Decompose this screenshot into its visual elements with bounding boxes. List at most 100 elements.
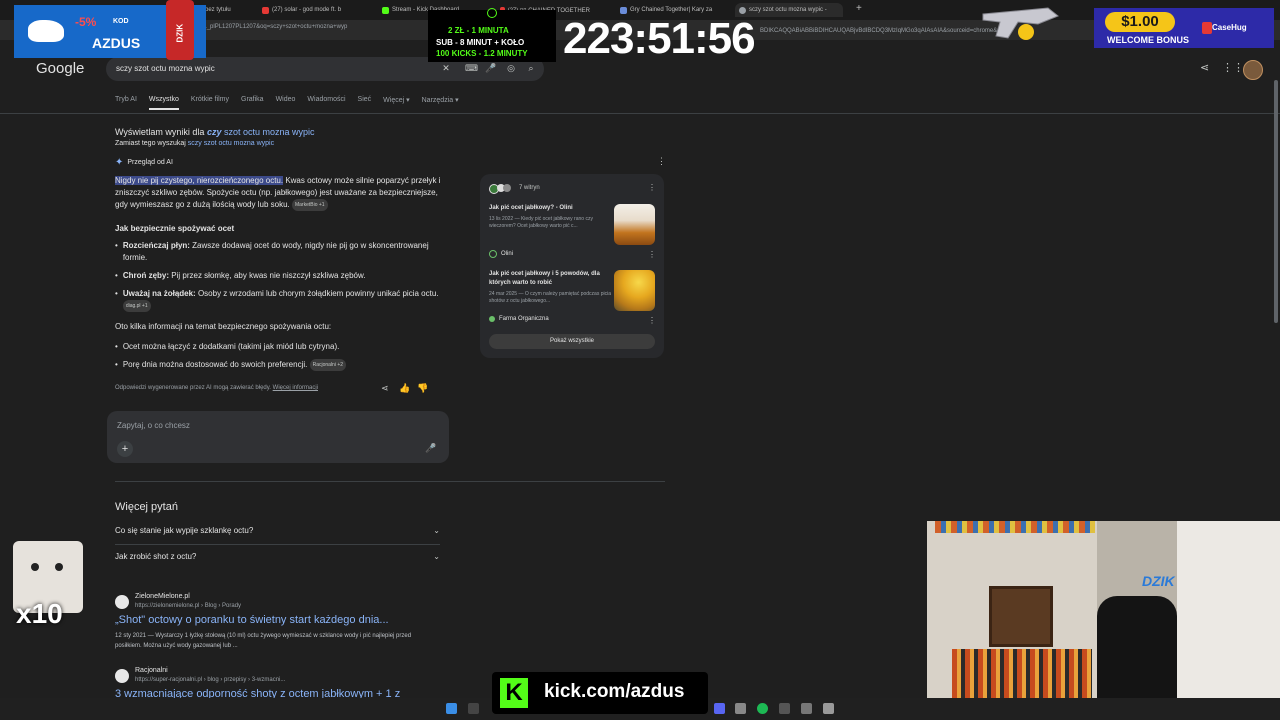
thumbs-up-icon[interactable]: 👍: [399, 383, 410, 394]
source-site[interactable]: Farma Organiczna: [489, 316, 549, 322]
google-icon: [739, 6, 746, 14]
ai-info-heading: Oto kilka informacji na temat bezpieczne…: [115, 322, 332, 331]
app-icon[interactable]: [801, 703, 812, 714]
source-site-name: Farma Organiczna: [499, 316, 549, 322]
window: [1177, 521, 1280, 720]
sources-count[interactable]: 7 witryn: [519, 185, 540, 191]
discord-icon[interactable]: [714, 703, 725, 714]
casehug-logo-icon: [1202, 22, 1212, 34]
original-query-link[interactable]: sczy szot octu mozna wypic: [188, 140, 274, 147]
bullet-dot: •: [115, 241, 118, 250]
source-chip[interactable]: diag.pl +1: [122, 300, 151, 312]
windows-start-icon[interactable]: [446, 703, 457, 714]
result-url[interactable]: https://super-racjonalni.pl › blog › prz…: [135, 677, 285, 683]
search-nav-tabs: Tryb AI Wszystko Krótkie filmy Grafika W…: [115, 96, 459, 110]
boar-logo-icon: [28, 20, 64, 42]
tab-label: (27) solar - god mode ft. b: [272, 7, 342, 13]
lens-icon[interactable]: ◎: [505, 62, 517, 74]
corrected-query[interactable]: szot octu mozna wypic: [221, 127, 315, 137]
source-title[interactable]: Jak pić ocet jabłkowy i 5 powodów, dla k…: [489, 270, 611, 288]
google-logo[interactable]: Google: [36, 60, 84, 77]
browser-tab[interactable]: bez tytułu: [205, 3, 255, 17]
bullet-bold: Uważaj na żołądek:: [122, 289, 196, 298]
spell-prefix: Wyświetlam wyniki dla: [115, 127, 207, 137]
framed-picture: [989, 586, 1053, 647]
microphone-icon[interactable]: 🎤: [485, 62, 497, 74]
disclaimer-text: Odpowiedzi wygenerowane przez AI mogą za…: [115, 385, 271, 391]
source-item[interactable]: Jak pić ocet jabłkowy i 5 powodów, dla k…: [489, 270, 611, 305]
more-options-icon[interactable]: ⋮: [657, 156, 666, 167]
result-url[interactable]: https://zielonemielone.pl › Blog › Porad…: [135, 603, 241, 609]
thumbs-down-icon[interactable]: 👎: [417, 383, 428, 394]
keyboard-icon[interactable]: ⌨: [465, 62, 478, 74]
tab-news[interactable]: Wiadomości: [307, 96, 345, 110]
search-icon[interactable]: ⌕: [525, 62, 537, 74]
more-options-icon[interactable]: ⋮: [648, 250, 656, 259]
ask-input[interactable]: Zapytaj, o co chcesz: [117, 420, 190, 432]
tab-images[interactable]: Grafika: [241, 96, 264, 110]
more-info-link[interactable]: Więcej informacji: [273, 385, 318, 391]
avatar[interactable]: [1243, 60, 1263, 80]
add-icon[interactable]: +: [117, 441, 133, 457]
tab-tools[interactable]: Narzędzia ▾: [422, 96, 459, 110]
paa-question[interactable]: Jak zrobić shot z octu? ⌄: [115, 551, 440, 563]
tab-more[interactable]: Więcej ▾: [383, 96, 409, 110]
app-icon[interactable]: [823, 703, 834, 714]
show-all-button[interactable]: Pokaż wszystkie: [489, 334, 655, 349]
bonus-label: WELCOME BONUS: [1107, 35, 1189, 45]
section-divider: [115, 481, 665, 482]
source-title[interactable]: Jak pić ocet jabłkowy? - Olini: [489, 204, 609, 213]
result-title[interactable]: „Shot" octowy o poranku to świetny start…: [115, 614, 389, 626]
site-favicon-icon: [115, 595, 129, 609]
microphone-icon[interactable]: 🎤: [425, 443, 436, 454]
source-chip[interactable]: MarketBio +1: [291, 199, 328, 211]
share-icon[interactable]: ⋖: [1200, 61, 1209, 74]
tab-short-videos[interactable]: Krótkie filmy: [191, 96, 229, 110]
source-item[interactable]: Jak pić ocet jabłkowy? - Olini 13 lis 20…: [489, 204, 609, 230]
source-chip[interactable]: Racjonalni +2: [309, 359, 347, 371]
corrected-word[interactable]: czy: [207, 127, 222, 137]
bonus-amount: $1.00: [1105, 12, 1175, 32]
more-options-icon[interactable]: ⋮: [648, 316, 656, 325]
bullet-text: Porę dnia można dostosować do swoich pre…: [122, 360, 308, 370]
clear-icon[interactable]: ✕: [440, 62, 452, 74]
more-options-icon[interactable]: ⋮: [648, 183, 656, 192]
tab-web[interactable]: Sieć: [358, 96, 372, 110]
ai-bullet: • Ocet można łączyć z dodatkami (takimi j…: [115, 341, 445, 353]
ask-box[interactable]: [107, 411, 449, 463]
paa-question[interactable]: Co się stanie jak wypije szklankę octu? ⌄: [115, 525, 440, 537]
source-snippet: 13 lis 2022 — Kiedy pić ocet jabłkowy ra…: [489, 216, 593, 229]
browser-tab[interactable]: (27) solar - god mode ft. b: [262, 3, 357, 17]
apps-grid-icon[interactable]: ⋮⋮: [1222, 61, 1244, 74]
site-favicon-icon: [115, 669, 129, 683]
share-icon[interactable]: ⋖: [381, 383, 389, 394]
energy-can-icon: DZIK: [166, 0, 194, 60]
bullet-bold: Rozcieńczaj płyn:: [122, 241, 190, 250]
cat-eye: [55, 563, 63, 571]
scrollbar[interactable]: [1274, 80, 1278, 323]
tab-videos[interactable]: Wideo: [276, 96, 296, 110]
ai-bullet: • Uważaj na żołądek: Osoby z wrzodami lub…: [115, 288, 445, 312]
spotify-icon[interactable]: [757, 703, 768, 714]
source-thumbnail[interactable]: [614, 204, 655, 245]
explorer-icon[interactable]: [735, 703, 746, 714]
result-site[interactable]: ZieloneMielone.pl: [135, 593, 190, 600]
multiplier-text: x10: [16, 598, 63, 629]
rule-line: SUB - 8 MINUT + KOŁO: [436, 38, 525, 47]
source-snippet: 24 mar 2025 — O czym należy pamiętać pod…: [489, 291, 611, 304]
tab-label: bez tytułu: [205, 7, 231, 13]
ai-overview-header: ✦ Przegląd od AI: [115, 157, 173, 168]
search-icon[interactable]: [468, 703, 479, 714]
tab-ai-mode[interactable]: Tryb AI: [115, 96, 137, 110]
app-icon[interactable]: [779, 703, 790, 714]
new-tab-button[interactable]: +: [856, 3, 862, 14]
search-input[interactable]: sczy szot octu mozna wypic: [116, 64, 215, 73]
tab-all[interactable]: Wszystko: [148, 96, 179, 110]
question-text: Jak zrobić shot z octu?: [115, 552, 197, 561]
source-thumbnail[interactable]: [614, 270, 655, 311]
result-site[interactable]: Racjonalni: [135, 667, 168, 674]
shelf-cans: [935, 521, 1095, 533]
source-site[interactable]: Olini: [489, 250, 513, 258]
result-snippet: 12 sty 2021 — Wystarczy 1 łyżkę stołową …: [115, 633, 412, 649]
site-logo-icon: [489, 250, 497, 258]
